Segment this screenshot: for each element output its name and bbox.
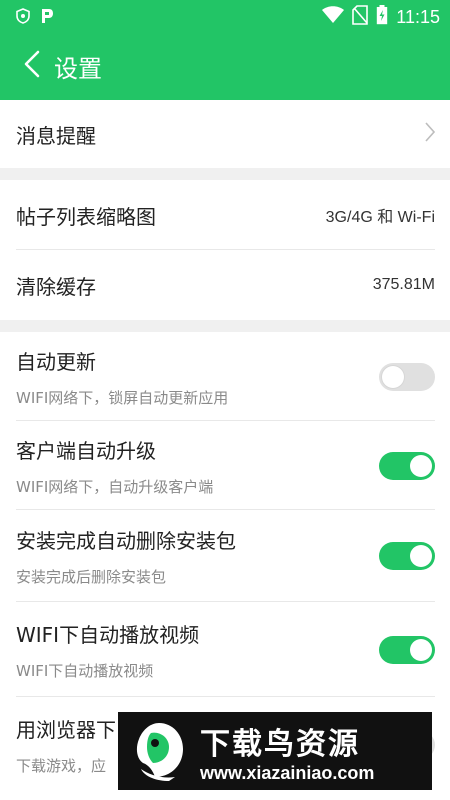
settings-item-label: 客户端自动升级 xyxy=(16,438,156,463)
p-app-icon xyxy=(40,8,54,28)
settings-item-wifi-autoplay[interactable]: WIFI下自动播放视频 WIFI下自动播放视频 xyxy=(0,602,450,697)
battery-charging-icon xyxy=(376,5,388,29)
settings-item-delete-package[interactable]: 安装完成自动删除安装包 安装完成后删除安装包 xyxy=(0,510,450,602)
wifi-autoplay-toggle[interactable] xyxy=(379,635,435,664)
shield-icon xyxy=(16,8,30,28)
toggle-knob xyxy=(410,545,432,567)
settings-item-label: 安装完成自动删除安装包 xyxy=(16,529,236,553)
settings-item-clear-cache[interactable]: 清除缓存 375.81M xyxy=(0,250,450,320)
app-bar: 设置 xyxy=(0,32,450,100)
status-time: 11:15 xyxy=(396,6,440,27)
settings-item-thumbnails[interactable]: 帖子列表缩略图 3G/4G 和 Wi-Fi xyxy=(0,180,450,250)
chevron-left-icon xyxy=(24,50,40,82)
settings-item-label: WIFI下自动播放视频 xyxy=(16,622,200,647)
back-button[interactable] xyxy=(12,46,52,86)
bird-logo-icon xyxy=(124,716,194,786)
delete-package-toggle[interactable] xyxy=(379,542,435,570)
wifi-icon xyxy=(322,6,345,28)
settings-item-description: WIFI网络下，自动升级客户端 xyxy=(16,477,214,496)
settings-item-auto-update[interactable]: 自动更新 WIFI网络下，锁屏自动更新应用 xyxy=(0,332,450,421)
settings-item-value: 3G/4G 和 Wi-Fi xyxy=(325,209,435,226)
toggle-knob xyxy=(410,638,432,661)
settings-item-label: 用浏览器下 xyxy=(16,717,116,742)
toggle-knob xyxy=(410,454,432,477)
settings-item-notifications[interactable]: 消息提醒 xyxy=(0,100,450,168)
settings-list: 消息提醒 帖子列表缩略图 3G/4G 和 Wi-Fi 清除缓存 375.81M … xyxy=(0,100,450,792)
settings-item-label: 帖子列表缩略图 xyxy=(16,204,156,229)
client-upgrade-toggle[interactable] xyxy=(379,451,435,480)
settings-item-description: 安装完成后删除安装包 xyxy=(16,568,167,586)
settings-item-client-upgrade[interactable]: 客户端自动升级 WIFI网络下，自动升级客户端 xyxy=(0,421,450,510)
settings-item-label: 清除缓存 xyxy=(16,274,96,299)
settings-item-description: WIFI下自动播放视频 xyxy=(16,661,154,680)
auto-update-toggle[interactable] xyxy=(379,362,435,391)
settings-item-label: 消息提醒 xyxy=(16,123,96,148)
no-sim-icon xyxy=(352,5,369,29)
settings-item-value: 375.81M xyxy=(372,276,435,293)
settings-item-description: WIFI网络下，锁屏自动更新应用 xyxy=(16,388,229,407)
section-divider xyxy=(0,168,450,180)
settings-item-description: 下载游戏，应 xyxy=(16,756,107,775)
watermark-title: 下载鸟资源 xyxy=(200,726,360,762)
watermark-overlay: 下载鸟资源 www.xiazainiao.com xyxy=(118,712,432,790)
page-title: 设置 xyxy=(54,54,102,83)
watermark-url: www.xiazainiao.com xyxy=(200,762,375,783)
status-bar: 11:15 xyxy=(0,0,450,32)
settings-item-label: 自动更新 xyxy=(16,349,96,374)
toggle-knob xyxy=(382,365,404,388)
section-divider xyxy=(0,320,450,332)
chevron-right-icon xyxy=(425,122,436,146)
